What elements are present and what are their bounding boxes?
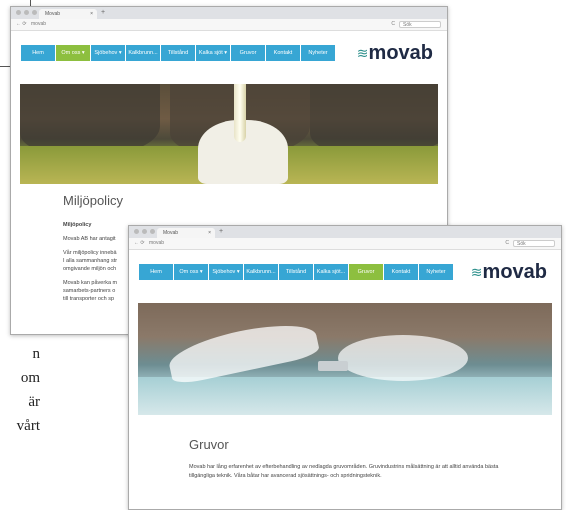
page-title: Gruvor <box>189 437 229 452</box>
nav-item[interactable]: Hem <box>21 45 55 61</box>
nav-item[interactable]: Kalkbrunn... <box>126 45 160 61</box>
nav-item[interactable]: Sjöbehov ▾ <box>91 45 125 61</box>
close-icon[interactable]: × <box>208 228 211 238</box>
reload-icon[interactable]: C <box>505 238 509 249</box>
back-icon[interactable]: ← ⟳ <box>134 238 145 249</box>
tab-title: Movab <box>163 230 179 236</box>
browser-window-gruvor: Movab × + ← ⟳ movab C Sök Hem Om oss ▾ Sjöb… <box>128 225 562 510</box>
tab-title: Movab <box>45 11 61 17</box>
test-tube-shape <box>234 84 246 142</box>
nav-item[interactable]: Kalka sjöt... <box>314 264 348 280</box>
water-spray-shape <box>165 315 321 387</box>
water-spray-shape <box>338 335 468 381</box>
nav-item[interactable]: Tillstånd <box>161 45 195 61</box>
url-field[interactable]: movab <box>31 19 46 30</box>
close-icon[interactable]: × <box>90 9 93 19</box>
hero-image-boat-spray <box>138 303 552 415</box>
main-nav: Hem Om oss ▾ Sjöbehov ▾ Kalkbrunn... Tillstå… <box>139 264 454 280</box>
search-input[interactable]: Sök <box>513 240 555 247</box>
nav-item[interactable]: Gruvor <box>231 45 265 61</box>
site-header: Hem Om oss ▾ Sjöbehov ▾ Kalkbrunn... Tillstå… <box>129 260 561 284</box>
nav-item[interactable]: Kontakt <box>384 264 418 280</box>
nav-item[interactable]: Nyheter <box>419 264 453 280</box>
main-nav: Hem Om oss ▾ Sjöbehov ▾ Kalkbrunn... Tillstå… <box>21 45 336 61</box>
url-field[interactable]: movab <box>149 238 164 249</box>
page-content: Gruvor Movab har lång erfarenhet av efte… <box>189 437 519 481</box>
logo-text: movab <box>368 42 433 64</box>
side-text-line: n <box>32 346 41 362</box>
hero-image-water-sample <box>20 84 438 184</box>
page-title: Miljöpolicy <box>63 193 123 208</box>
nav-item[interactable]: Gruvor <box>349 264 383 280</box>
nav-item[interactable]: Kalka sjöt ▾ <box>196 45 230 61</box>
window-controls[interactable] <box>16 10 37 15</box>
side-text-line: är <box>28 394 40 410</box>
nav-item[interactable]: Kalkbrunn... <box>244 264 278 280</box>
nav-item[interactable]: Nyheter <box>301 45 335 61</box>
nav-item[interactable]: Kontakt <box>266 45 300 61</box>
nav-item[interactable]: Sjöbehov ▾ <box>209 264 243 280</box>
side-text-line: om <box>20 370 40 386</box>
reload-icon[interactable]: C <box>391 19 395 30</box>
new-tab-icon[interactable]: + <box>219 228 223 235</box>
logo-wave-icon: ≋ <box>356 45 369 61</box>
side-text: att n om är vårt <box>0 318 40 438</box>
logo-text: movab <box>482 261 547 283</box>
tab-bar: Movab × + <box>11 7 447 19</box>
browser-tab[interactable]: Movab × <box>39 9 97 19</box>
site-logo[interactable]: ≋ movab <box>357 43 433 63</box>
new-tab-icon[interactable]: + <box>101 9 105 16</box>
back-icon[interactable]: ← ⟳ <box>16 19 27 30</box>
nav-item[interactable]: Hem <box>139 264 173 280</box>
boat-shape <box>318 361 348 371</box>
tab-bar: Movab × + <box>129 226 561 238</box>
side-text-line: vårt <box>16 418 40 434</box>
window-controls[interactable] <box>134 229 155 234</box>
address-bar: ← ⟳ movab C Sök <box>129 238 561 250</box>
search-input[interactable]: Sök <box>399 21 441 28</box>
nav-item[interactable]: Om oss ▾ <box>56 45 90 61</box>
browser-tab[interactable]: Movab × <box>157 228 215 238</box>
site-logo[interactable]: ≋ movab <box>471 262 547 282</box>
site-header: Hem Om oss ▾ Sjöbehov ▾ Kalkbrunn... Tillstå… <box>11 41 447 65</box>
logo-wave-icon: ≋ <box>470 264 483 280</box>
nav-item[interactable]: Om oss ▾ <box>174 264 208 280</box>
address-bar: ← ⟳ movab C Sök <box>11 19 447 31</box>
nav-item[interactable]: Tillstånd <box>279 264 313 280</box>
paragraph: Movab har lång erfarenhet av efterbehand… <box>189 464 499 479</box>
